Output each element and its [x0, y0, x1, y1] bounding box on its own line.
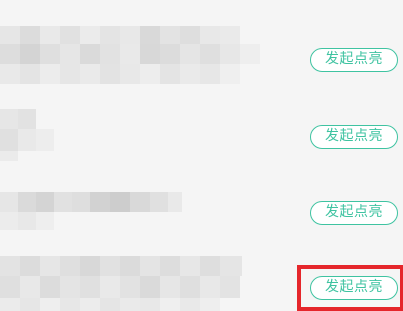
blurred-content [0, 26, 260, 96]
list-item: 发起点亮 [0, 103, 403, 173]
item-list: 发起点亮 发起点亮 发起点亮 发起点亮 [0, 0, 403, 311]
blurred-content [0, 103, 60, 163]
blurred-content [0, 176, 185, 236]
list-item: 发起点亮 [0, 26, 403, 96]
light-up-button[interactable]: 发起点亮 [310, 125, 398, 149]
blurred-content [0, 252, 250, 311]
light-up-button[interactable]: 发起点亮 [310, 201, 398, 225]
list-item: 发起点亮 [0, 252, 403, 311]
light-up-button[interactable]: 发起点亮 [310, 48, 398, 72]
list-item: 发起点亮 [0, 176, 403, 246]
light-up-button[interactable]: 发起点亮 [310, 276, 398, 300]
